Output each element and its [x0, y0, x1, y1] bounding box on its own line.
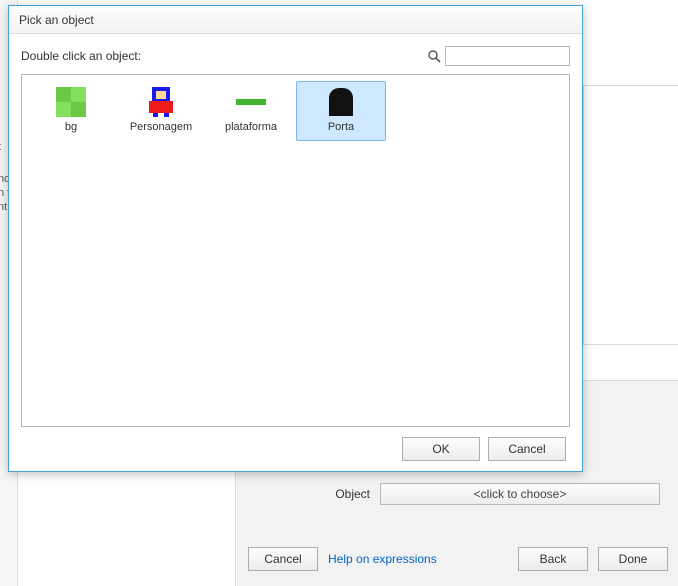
- wizard-cancel-button[interactable]: Cancel: [248, 547, 318, 571]
- click-to-choose-button[interactable]: <click to choose>: [380, 483, 660, 505]
- personagem-thumb-icon: [147, 87, 175, 117]
- object-thumb: [55, 86, 87, 118]
- search-wrap: [427, 46, 570, 66]
- object-thumb: [325, 86, 357, 118]
- object-label: plataforma: [225, 121, 277, 133]
- object-item-personagem[interactable]: Personagem: [116, 81, 206, 141]
- ok-button[interactable]: OK: [402, 437, 480, 461]
- search-icon: [427, 49, 441, 63]
- object-thumb: [145, 86, 177, 118]
- object-label: Object: [260, 487, 370, 501]
- dialog-title: Pick an object: [9, 6, 582, 34]
- pick-object-dialog: Pick an object Double click an object: b…: [8, 5, 583, 472]
- dialog-cancel-button[interactable]: Cancel: [488, 437, 566, 461]
- object-label: Personagem: [130, 121, 192, 133]
- porta-thumb-icon: [329, 88, 353, 116]
- dialog-topline: Double click an object:: [21, 44, 570, 68]
- object-list-area[interactable]: bg Personagem plataforma Porta: [21, 74, 570, 427]
- instruction-text: Double click an object:: [21, 49, 141, 63]
- object-grid: bg Personagem plataforma Porta: [26, 81, 565, 141]
- object-label: Porta: [328, 121, 354, 133]
- wizard-done-button[interactable]: Done: [598, 547, 668, 571]
- object-label: bg: [65, 121, 77, 133]
- bg-fragment: t: [0, 140, 1, 154]
- object-item-porta[interactable]: Porta: [296, 81, 386, 141]
- help-expressions-link[interactable]: Help on expressions: [328, 552, 437, 566]
- object-row: Object <click to choose>: [260, 482, 670, 506]
- plataforma-thumb-icon: [236, 99, 266, 105]
- bg-thumb-icon: [56, 87, 86, 117]
- dialog-body: Double click an object: bg Personagem plat…: [9, 34, 582, 471]
- search-input[interactable]: [445, 46, 570, 66]
- object-item-bg[interactable]: bg: [26, 81, 116, 141]
- bg-fragment: :: [0, 102, 1, 116]
- object-item-plataforma[interactable]: plataforma: [206, 81, 296, 141]
- wizard-button-row: Cancel Help on expressions Back Done: [248, 547, 668, 571]
- dialog-button-row: OK Cancel: [21, 427, 570, 465]
- right-panel-partial: [583, 85, 678, 345]
- bg-fragment: nt: [0, 200, 7, 214]
- wizard-back-button[interactable]: Back: [518, 547, 588, 571]
- object-thumb: [235, 86, 267, 118]
